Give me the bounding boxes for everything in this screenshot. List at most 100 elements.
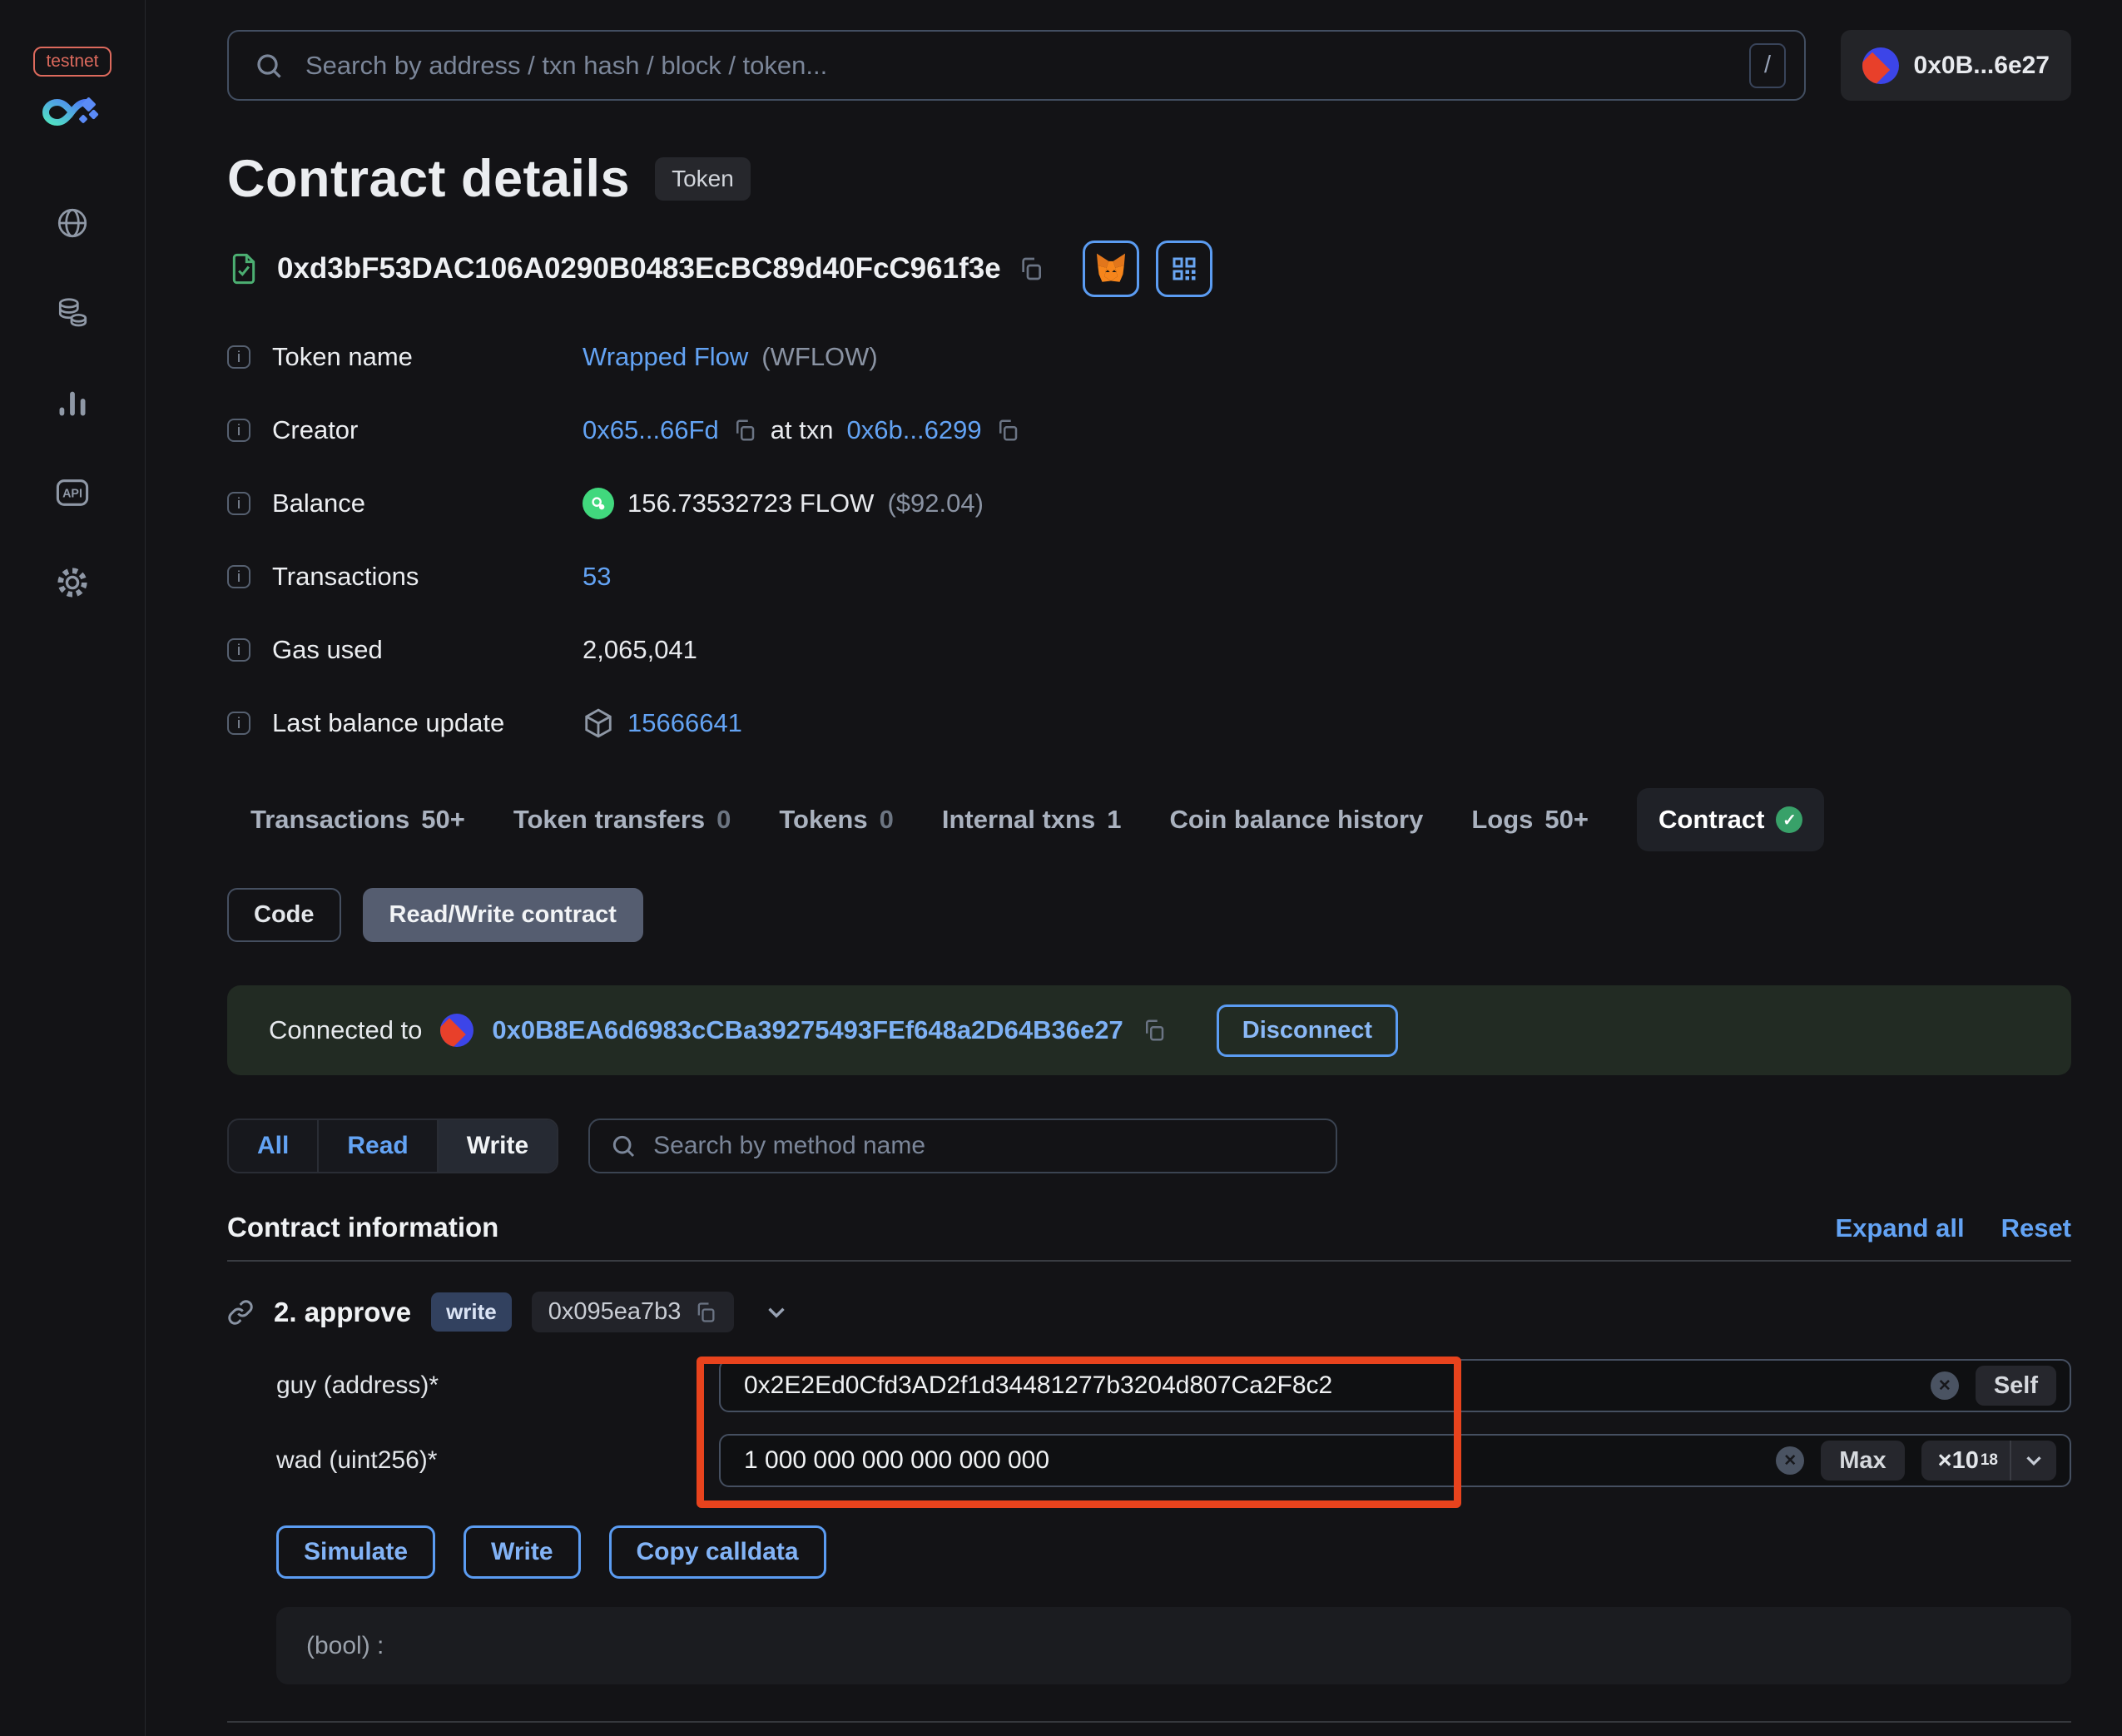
contract-address: 0xd3bF53DAC106A0290B0483EcBC89d40FcC961f… <box>277 252 1001 285</box>
gas-used-label: i Gas used <box>227 627 583 673</box>
filter-write[interactable]: Write <box>438 1120 558 1172</box>
section-actions: Expand all Reset <box>1836 1213 2071 1243</box>
copy-selector-button[interactable] <box>694 1301 717 1324</box>
account-button[interactable]: 0x0B...6e27 <box>1840 30 2071 101</box>
api-icon: API <box>56 479 89 506</box>
network-badge: testnet <box>33 47 112 77</box>
filter-all[interactable]: All <box>229 1120 320 1172</box>
app-logo[interactable] <box>41 93 104 136</box>
method-search[interactable] <box>588 1118 1338 1173</box>
simulate-button[interactable]: Simulate <box>276 1525 436 1579</box>
subtab-read-write-contract[interactable]: Read/Write contract <box>362 888 643 942</box>
copy-creator-button[interactable] <box>732 418 757 443</box>
creator-value: 0x65...66Fd at txn 0x6b...6299 <box>583 407 2071 454</box>
creator-address-link[interactable]: 0x65...66Fd <box>583 415 719 445</box>
tab-token-transfers[interactable]: Token transfers 0 <box>513 805 731 835</box>
global-search[interactable]: / <box>227 30 1806 101</box>
wad-field-input-wrap: ✕ Max ×1018 <box>719 1434 2071 1487</box>
token-name-label: i Token name <box>227 334 583 380</box>
filter-read[interactable]: Read <box>319 1120 439 1172</box>
disconnect-button[interactable]: Disconnect <box>1216 1004 1399 1057</box>
self-button[interactable]: Self <box>1975 1366 2056 1406</box>
guy-address-input[interactable] <box>742 1371 1914 1401</box>
connected-prefix: Connected to <box>269 1015 423 1044</box>
method-name: 2. approve <box>274 1296 412 1327</box>
guy-field-label: guy (address)* <box>276 1371 439 1399</box>
info-icon[interactable]: i <box>227 638 250 662</box>
sidebar-item-settings[interactable] <box>53 563 92 602</box>
transactions-count-link[interactable]: 53 <box>583 562 611 592</box>
tab-internal-txns[interactable]: Internal txns 1 <box>942 805 1122 835</box>
last-balance-update-value: 15666641 <box>583 700 2071 746</box>
verified-contract-icon <box>232 253 255 285</box>
expand-all-link[interactable]: Expand all <box>1836 1213 1965 1243</box>
sidebar-item-charts[interactable] <box>53 384 92 422</box>
method-divider <box>227 1721 2071 1723</box>
creation-txn-link[interactable]: 0x6b...6299 <box>847 415 982 445</box>
contract-type-badge: Token <box>655 157 751 201</box>
chevron-down-icon <box>768 1307 786 1318</box>
copy-txn-button[interactable] <box>995 418 1020 443</box>
multiplier-caret[interactable] <box>2010 1441 2056 1481</box>
token-name-value: Wrapped Flow (WFLOW) <box>583 334 2071 380</box>
method-filter-row: All Read Write <box>227 1118 2071 1173</box>
multiplier-dropdown[interactable]: ×10 18 <box>1921 1441 2056 1481</box>
connected-wallet-address[interactable]: 0x0B8EA6d6983cCBa39275493FEf648a2D64B36e… <box>492 1015 1123 1045</box>
copy-calldata-button[interactable]: Copy calldata <box>608 1525 826 1579</box>
svg-text:API: API <box>62 488 82 501</box>
add-to-metamask-button[interactable] <box>1082 241 1139 297</box>
info-icon[interactable]: i <box>227 712 250 735</box>
method-type-segmented-control: All Read Write <box>227 1118 559 1173</box>
block-number-link[interactable]: 15666641 <box>627 708 742 738</box>
sidebar: testnet API <box>0 0 146 1736</box>
qr-code-button[interactable] <box>1155 241 1212 297</box>
sidebar-item-api[interactable]: API <box>53 474 92 512</box>
tab-bar: Transactions 50+ Token transfers 0 Tokens 0… <box>227 788 2071 851</box>
max-button[interactable]: Max <box>1821 1441 1905 1481</box>
tab-coin-balance-history[interactable]: Coin balance history <box>1169 805 1423 835</box>
app-window: testnet API Search by address / txn hash… <box>0 0 2122 1736</box>
page-header: Contract details Token <box>227 149 2071 209</box>
link-icon[interactable] <box>227 1299 254 1326</box>
global-search-input[interactable] <box>304 49 1729 82</box>
clear-guy-icon[interactable]: ✕ <box>1930 1371 1959 1400</box>
wallet-avatar <box>440 1014 474 1047</box>
tab-transactions[interactable]: Transactions 50+ <box>250 805 465 835</box>
reset-link[interactable]: Reset <box>2001 1213 2071 1243</box>
contract-subtabs: Code Read/Write contract <box>227 888 2071 942</box>
transactions-label: i Transactions <box>227 553 583 600</box>
info-icon[interactable]: i <box>227 492 250 515</box>
token-name-link[interactable]: Wrapped Flow <box>583 342 748 372</box>
balance-label: i Balance <box>227 480 583 527</box>
method-search-input[interactable] <box>652 1131 1316 1161</box>
wad-field-label: wad (uint256)* <box>276 1446 438 1474</box>
search-icon <box>257 53 281 78</box>
wad-amount-input[interactable] <box>742 1446 1760 1476</box>
sidebar-item-tokens[interactable] <box>53 294 92 332</box>
logo-icon <box>42 97 99 126</box>
info-icon[interactable]: i <box>227 565 250 588</box>
sidebar-item-network[interactable] <box>53 204 92 242</box>
chevron-down-icon <box>2026 1456 2041 1466</box>
gas-used-value: 2,065,041 <box>583 635 697 664</box>
page-title: Contract details <box>227 150 631 208</box>
tokens-icon <box>58 298 87 327</box>
search-shortcut-hint: / <box>1749 42 1786 88</box>
tab-logs[interactable]: Logs 50+ <box>1471 805 1589 835</box>
info-icon[interactable]: i <box>227 419 250 442</box>
output-type: (bool) : <box>306 1631 384 1659</box>
tab-tokens[interactable]: Tokens 0 <box>779 805 893 835</box>
transactions-value: 53 <box>583 553 2071 600</box>
copy-wallet-address-button[interactable] <box>1142 1018 1167 1043</box>
method-approve-header[interactable]: 2. approve write 0x095ea7b3 <box>227 1292 2071 1332</box>
collapse-method-button[interactable] <box>762 1298 791 1327</box>
last-balance-update-label: i Last balance update <box>227 700 583 746</box>
info-icon[interactable]: i <box>227 345 250 369</box>
subtab-code[interactable]: Code <box>227 888 341 942</box>
tab-contract[interactable]: Contract ✓ <box>1637 788 1825 851</box>
multiplier-value: ×10 18 <box>1937 1446 1998 1474</box>
write-button[interactable]: Write <box>464 1525 581 1579</box>
clear-wad-icon[interactable]: ✕ <box>1776 1446 1805 1475</box>
copy-address-button[interactable] <box>1018 255 1044 282</box>
method-write-badge: write <box>431 1292 512 1332</box>
